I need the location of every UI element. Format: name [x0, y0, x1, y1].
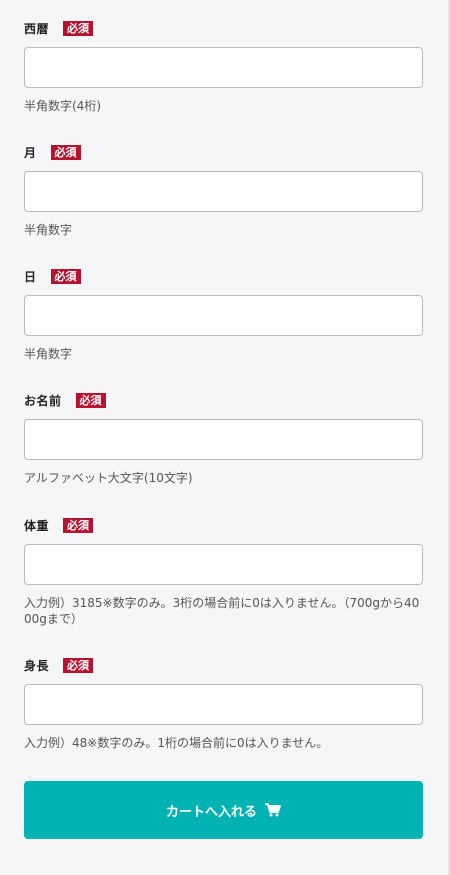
field-label-row: 体重 必須 [24, 516, 423, 534]
year-input[interactable] [24, 47, 423, 88]
field-label: 月 [24, 145, 37, 160]
weight-input[interactable] [24, 544, 423, 585]
field-label: 日 [24, 269, 37, 284]
field-year: 西暦 必須 半角数字(4桁) [24, 19, 423, 114]
field-help-text: 半角数字(4桁) [24, 99, 101, 113]
cart-icon [265, 803, 281, 817]
field-name: お名前 必須 アルファベット大文字(10文字) [24, 391, 423, 486]
field-day: 日 必須 半角数字 [24, 267, 423, 362]
required-badge: 必須 [63, 517, 94, 533]
add-to-cart-button[interactable]: カートへ入れる [24, 781, 423, 839]
required-badge: 必須 [63, 657, 94, 673]
height-input[interactable] [24, 684, 423, 725]
field-label: 西暦 [24, 21, 50, 36]
day-input[interactable] [24, 295, 423, 336]
field-label-row: お名前 必須 [24, 391, 423, 409]
field-height: 身長 必須 入力例）48※数字のみ。1桁の場合前に0は入りません。 [24, 656, 423, 751]
required-badge: 必須 [50, 144, 81, 160]
field-help-text: アルファベット大文字(10文字) [24, 471, 193, 485]
required-badge: 必須 [63, 20, 94, 36]
field-label-row: 月 必須 [24, 143, 423, 161]
add-to-cart-label: カートへ入れる [165, 804, 257, 820]
name-input[interactable] [24, 419, 423, 460]
required-badge: 必須 [50, 268, 81, 284]
field-label: お名前 [24, 393, 62, 408]
required-badge: 必須 [75, 392, 106, 408]
field-label: 身長 [24, 658, 50, 673]
field-label-row: 身長 必須 [24, 656, 423, 674]
field-help-text: 入力例）48※数字のみ。1桁の場合前に0は入りません。 [24, 736, 329, 750]
field-help-text: 入力例）3185※数字のみ。3桁の場合前に0は入りません。（700gから4000… [24, 596, 420, 626]
field-weight: 体重 必須 入力例）3185※数字のみ。3桁の場合前に0は入りません。（700g… [24, 516, 423, 627]
field-label-row: 西暦 必須 [24, 19, 423, 37]
field-month: 月 必須 半角数字 [24, 143, 423, 238]
month-input[interactable] [24, 171, 423, 212]
field-label: 体重 [24, 518, 50, 533]
field-label-row: 日 必須 [24, 267, 423, 285]
field-help-text: 半角数字 [24, 347, 73, 361]
field-help-text: 半角数字 [24, 223, 73, 237]
